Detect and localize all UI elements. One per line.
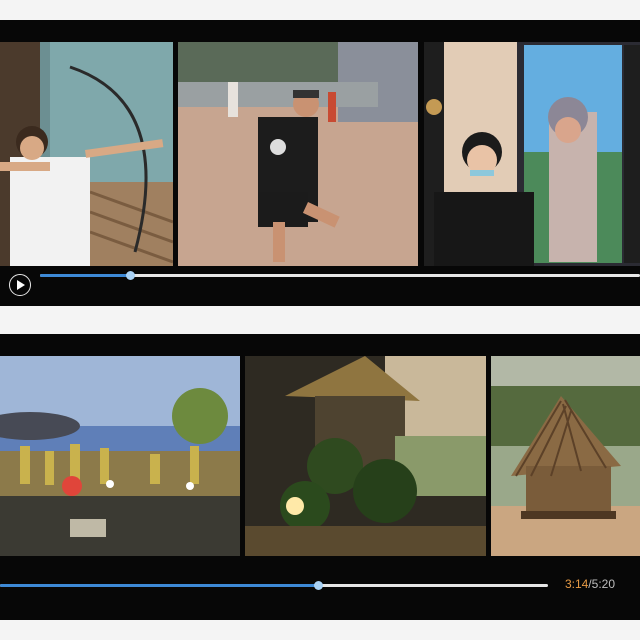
- progress-fill: [0, 584, 318, 587]
- thatched-hut-model-photo: [491, 356, 640, 556]
- progress-track[interactable]: [40, 271, 640, 280]
- hut-lamp-diorama-photo: [245, 356, 486, 556]
- display-screen-photo: [424, 42, 640, 266]
- progress-handle[interactable]: [313, 581, 323, 590]
- total-time: 5:20: [591, 577, 615, 591]
- park-plaza-photo: [178, 42, 418, 266]
- time-readout: 3:14/5:20: [565, 577, 615, 591]
- progress-fill: [40, 274, 130, 277]
- play-button[interactable]: [9, 274, 31, 296]
- current-time: 3:14: [564, 577, 589, 591]
- archery-photo: [0, 42, 173, 266]
- progress-track[interactable]: [0, 581, 548, 590]
- video-player-bottom[interactable]: 3:14/5:20: [0, 334, 640, 620]
- campfire-diorama-photo: [0, 356, 240, 556]
- video-player-top[interactable]: [0, 20, 640, 306]
- progress-handle[interactable]: [126, 271, 135, 280]
